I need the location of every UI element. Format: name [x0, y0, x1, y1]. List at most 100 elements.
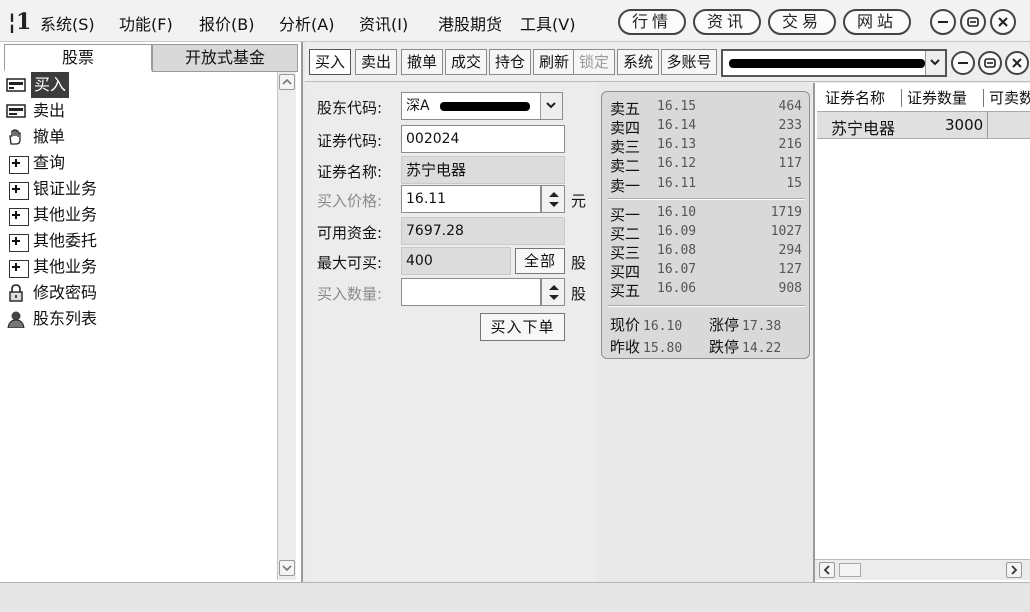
ask-row[interactable]: 卖一 16.11 15	[610, 175, 802, 195]
bid-row[interactable]: 买四 16.07 127	[610, 261, 802, 281]
minimize-button[interactable]	[930, 9, 956, 35]
bid-row[interactable]: 买二 16.09 1027	[610, 223, 802, 243]
tree-item-sell[interactable]: 卖出	[4, 98, 276, 124]
menu-analysis[interactable]: 分析(A)	[279, 11, 334, 35]
tree-item-buy[interactable]: 买入	[4, 72, 276, 98]
left-scrollbar[interactable]	[277, 72, 296, 580]
holdings-hscrollbar[interactable]	[815, 559, 1030, 580]
bid-label: 买二	[610, 225, 641, 243]
buy-price-label: 买入价格:	[317, 192, 383, 210]
chevron-down-icon	[282, 565, 292, 572]
buy-quantity-input[interactable]	[401, 278, 541, 306]
menu-quote[interactable]: 报价(B)	[199, 11, 254, 35]
max-buy-row: 最大可买: 400 全部 股	[317, 247, 602, 275]
ask-row[interactable]: 卖二 16.12 117	[610, 155, 802, 175]
tab-positions[interactable]: 持仓	[489, 49, 531, 75]
tab-cancel-order[interactable]: 撤单	[401, 49, 443, 75]
bid-price: 16.09	[657, 224, 697, 239]
scroll-right-button[interactable]	[1006, 562, 1022, 578]
account-dropdown-button[interactable]	[925, 51, 945, 75]
tree-item-label: 银证业务	[33, 179, 98, 198]
tab-filled[interactable]: 成交	[445, 49, 487, 75]
refresh-button[interactable]: 刷新	[533, 49, 575, 75]
account-select[interactable]	[721, 49, 947, 77]
sub-minimize-button[interactable]	[951, 51, 975, 75]
ask-label: 卖四	[610, 119, 641, 137]
expand-icon[interactable]	[9, 260, 29, 278]
security-code-input[interactable]: 002024	[401, 125, 565, 153]
tree-item-shareholder-list[interactable]: 股东列表	[4, 306, 276, 332]
quantity-spinner[interactable]	[541, 278, 565, 306]
bid-row[interactable]: 买五 16.06 908	[610, 280, 802, 300]
trade-toolbar: 买入 卖出 撤单 成交 持仓 刷新 锁定 系统 多账号	[305, 42, 1030, 82]
tree-item-bank-securities[interactable]: 银证业务	[4, 176, 276, 202]
ask-volume: 117	[778, 156, 802, 171]
submit-buy-order-button[interactable]: 买入下单	[480, 313, 565, 341]
buy-all-button[interactable]: 全部	[515, 248, 565, 274]
multi-account-button[interactable]: 多账号	[661, 49, 717, 75]
tab-stocks[interactable]: 股票	[4, 44, 152, 72]
tree-item-change-password[interactable]: 修改密码	[4, 280, 276, 306]
expand-icon[interactable]	[9, 234, 29, 252]
shareholder-select[interactable]: 深A	[401, 92, 563, 120]
price-spinner[interactable]	[541, 185, 565, 213]
bid-row[interactable]: 买三 16.08 294	[610, 242, 802, 262]
buy-order-form: 股东代码: 深A 证券代码: 002024 证券名称: 苏宁电器 买入价格: 1…	[305, 83, 597, 582]
menu-info[interactable]: 资讯(I)	[359, 11, 408, 35]
column-header-sellable[interactable]: 可卖数	[989, 87, 1030, 108]
tree-item-other-orders[interactable]: 其他委托	[4, 228, 276, 254]
price-unit: 元	[571, 192, 587, 210]
tab-sell[interactable]: 卖出	[355, 49, 397, 75]
close-button[interactable]	[990, 9, 1016, 35]
column-header-name[interactable]: 证券名称	[825, 87, 885, 108]
scroll-up-button[interactable]	[279, 74, 295, 90]
scroll-down-button[interactable]	[279, 560, 295, 576]
shareholder-dropdown-button[interactable]	[540, 93, 562, 119]
sub-restore-button[interactable]	[978, 51, 1002, 75]
ask-row[interactable]: 卖四 16.14 233	[610, 117, 802, 137]
ask-row[interactable]: 卖五 16.15 464	[610, 98, 802, 118]
prev-close-price[interactable]: 昨收 15.80	[610, 336, 682, 356]
pill-website-button[interactable]: 网站	[843, 9, 911, 35]
limit-down-price[interactable]: 跌停 14.22	[709, 336, 781, 356]
expand-icon[interactable]	[9, 182, 29, 200]
ask-price: 16.15	[657, 99, 697, 114]
menu-function[interactable]: 功能(F)	[119, 11, 173, 35]
tree-item-label: 卖出	[33, 101, 66, 120]
tab-open-funds[interactable]: 开放式基金	[152, 44, 298, 72]
table-row[interactable]: 苏宁电器 3000	[817, 111, 1030, 139]
bid-label: 买五	[610, 282, 641, 300]
ask-volume: 15	[786, 176, 802, 191]
tree-item-label: 股东列表	[33, 309, 98, 328]
tree-item-cancel-order[interactable]: 撤单	[4, 124, 276, 150]
tree-item-other-business-2[interactable]: 其他业务	[4, 254, 276, 280]
bid-price: 16.07	[657, 262, 697, 277]
scroll-thumb[interactable]	[839, 563, 861, 577]
limit-up-price[interactable]: 涨停 17.38	[709, 314, 781, 334]
tree-item-query[interactable]: 查询	[4, 150, 276, 176]
tab-buy[interactable]: 买入	[309, 49, 351, 75]
buy-price-input[interactable]: 16.11	[401, 185, 541, 213]
pill-news-button[interactable]: 资讯	[693, 9, 761, 35]
pill-market-button[interactable]: 行情	[618, 9, 686, 35]
system-button[interactable]: 系统	[617, 49, 659, 75]
sub-close-button[interactable]	[1005, 51, 1029, 75]
current-price-label: 现价	[610, 316, 641, 334]
scroll-left-button[interactable]	[819, 562, 835, 578]
column-header-quantity[interactable]: 证券数量	[907, 87, 967, 108]
quote-divider	[608, 305, 805, 307]
menu-hk-futures[interactable]: 港股期货	[438, 11, 502, 35]
restore-button[interactable]	[960, 9, 986, 35]
bid-row[interactable]: 买一 16.10 1719	[610, 204, 802, 224]
expand-icon[interactable]	[9, 156, 29, 174]
current-price[interactable]: 现价 16.10	[610, 314, 682, 334]
tree-item-label: 其他业务	[33, 257, 98, 276]
menu-tools[interactable]: 工具(V)	[520, 11, 575, 35]
ask-row[interactable]: 卖三 16.13 216	[610, 136, 802, 156]
expand-icon[interactable]	[9, 208, 29, 226]
menu-system[interactable]: 系统(S)	[40, 11, 95, 35]
available-funds-row: 可用资金: 7697.28	[317, 217, 587, 245]
tree-item-other-business[interactable]: 其他业务	[4, 202, 276, 228]
pill-trade-button[interactable]: 交易	[768, 9, 836, 35]
left-nav-panel: 股票 开放式基金 买入 卖出 撤单 查询 银证业务 其他业务 其他委托 其他业务…	[0, 42, 303, 582]
